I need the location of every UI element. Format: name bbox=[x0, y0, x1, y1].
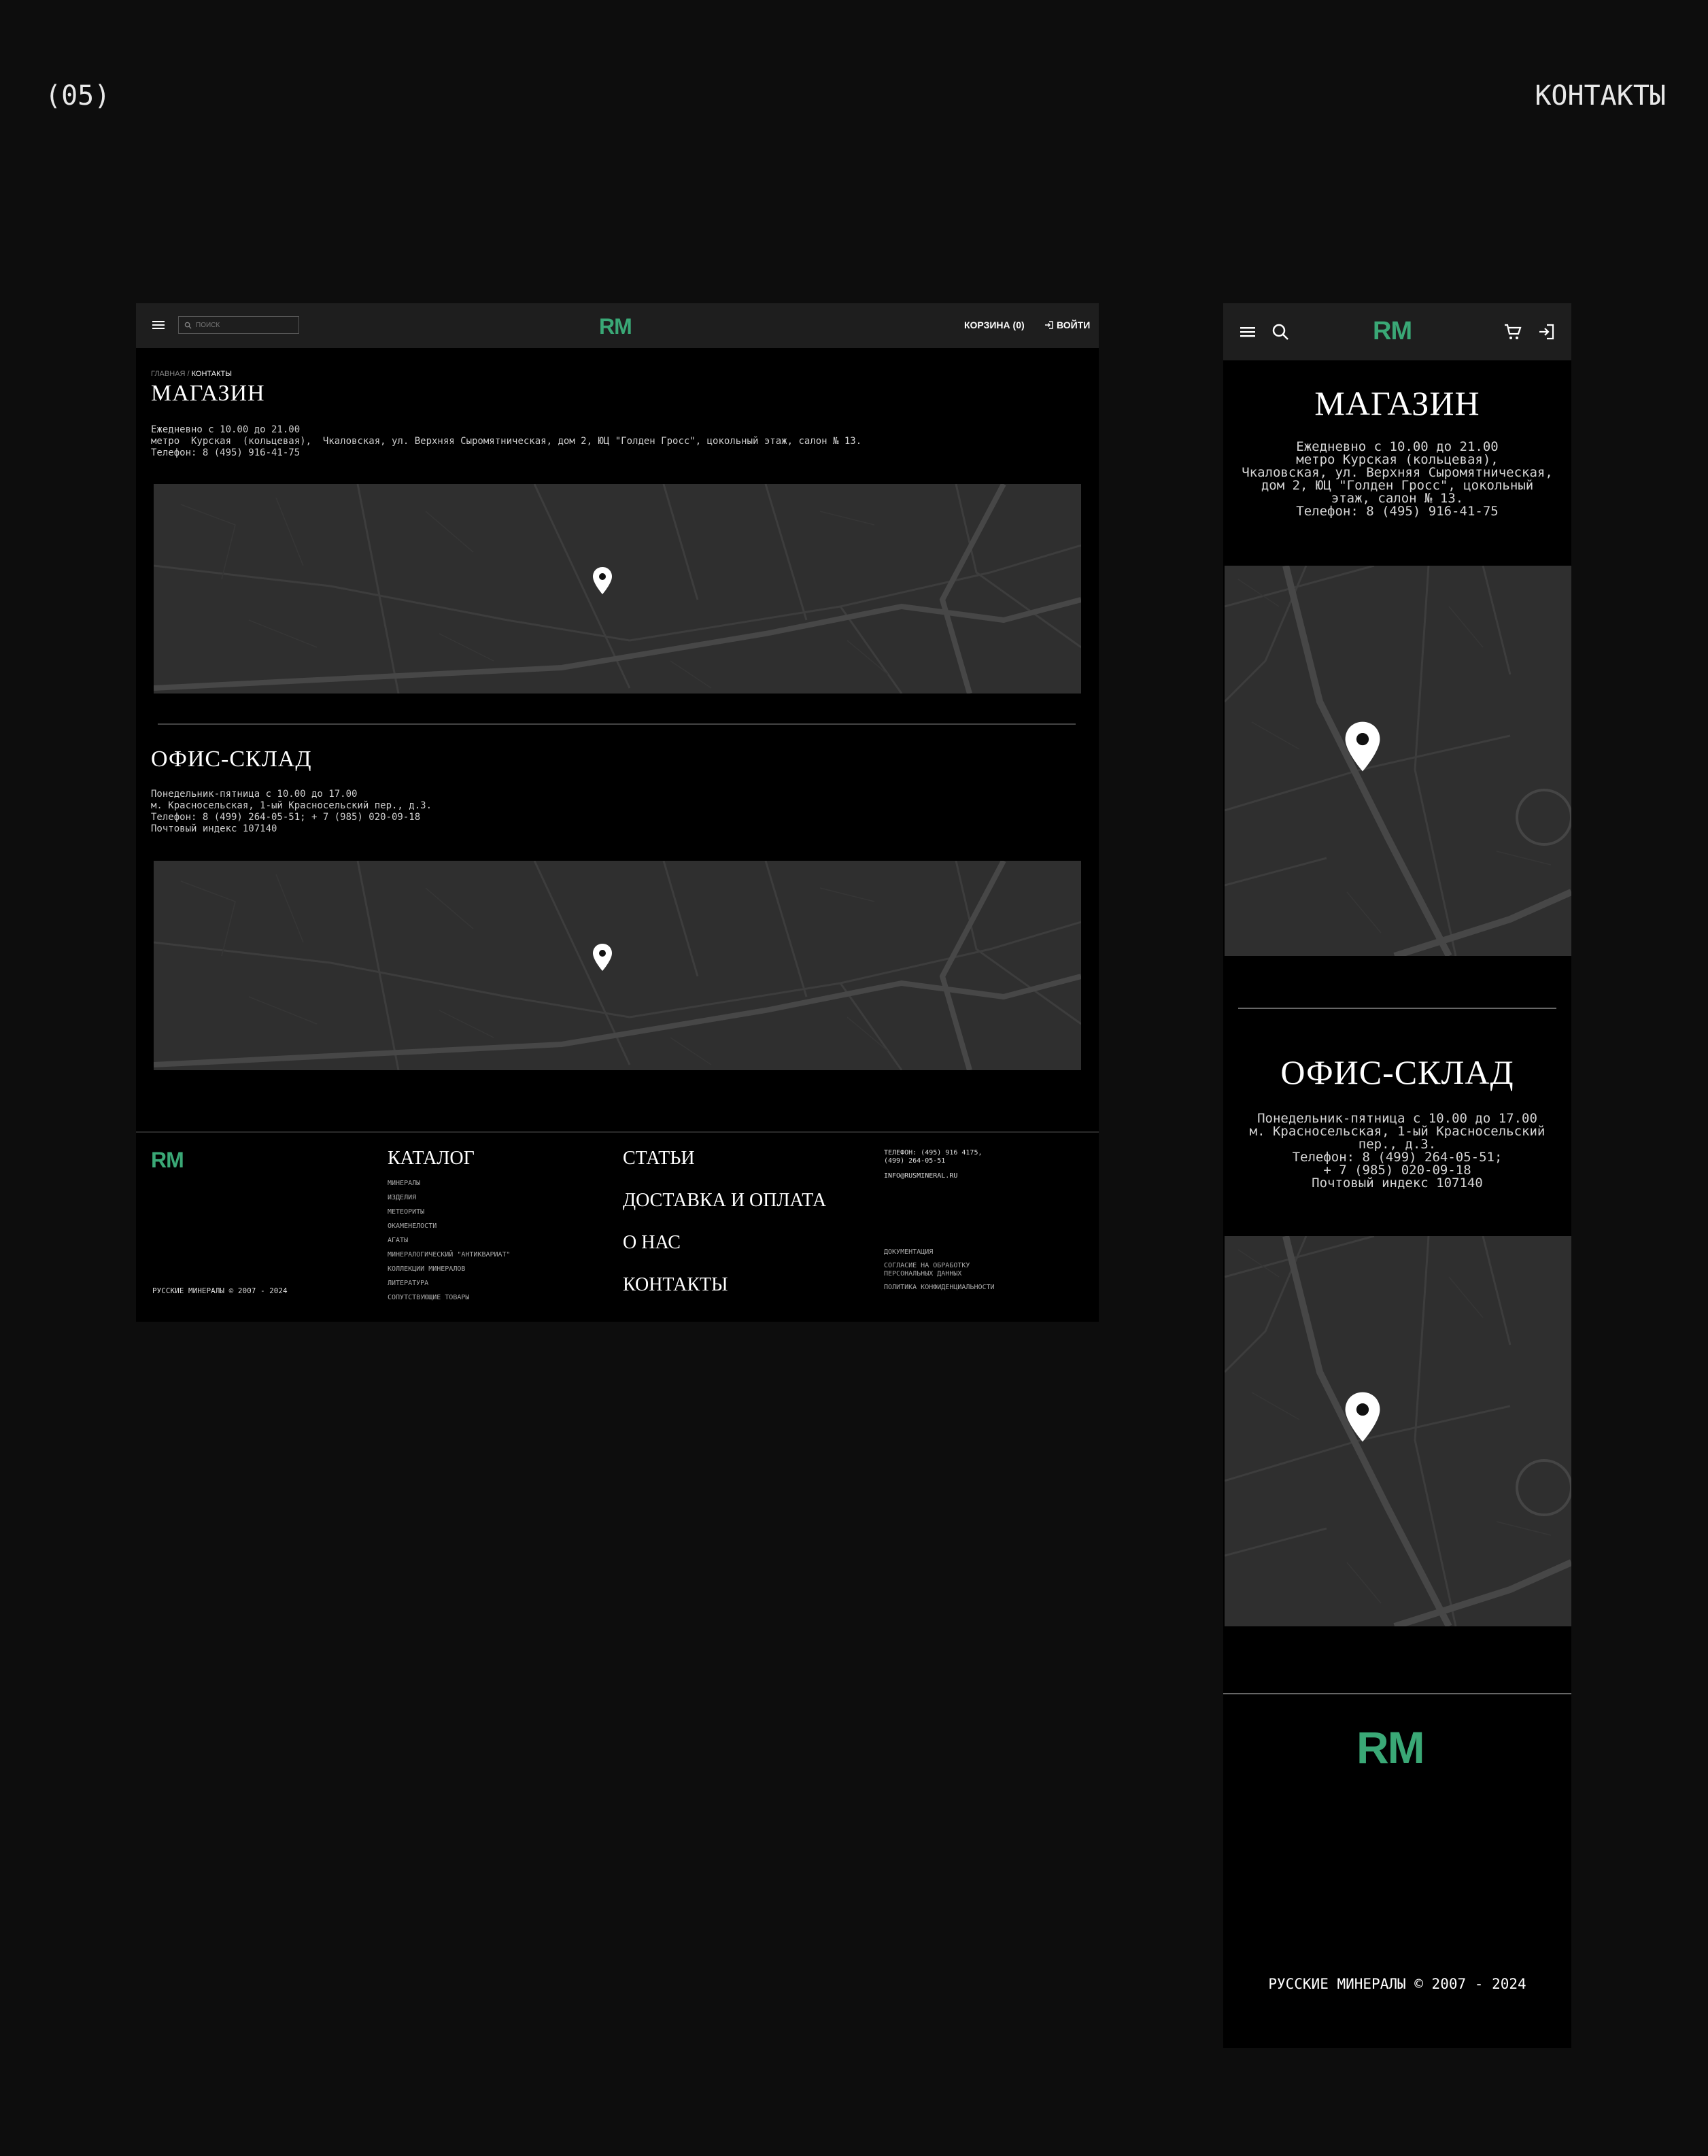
footer-copyright: РУССКИЕ МИНЕРАЛЫ © 2007 - 2024 bbox=[1268, 1976, 1526, 1992]
desktop-mockup: ПОИСК RM КОРЗИНА (0) ВОЙТИ ГЛАВНАЯ / КОН… bbox=[136, 303, 1099, 1322]
footer-docs: ДОКУМЕНТАЦИЯ СОГЛАСИЕ НА ОБРАБОТКУ ПЕРСО… bbox=[884, 1248, 995, 1292]
footer-catalog-item[interactable]: ОКАМЕНЕЛОСТИ bbox=[388, 1219, 511, 1233]
search-icon[interactable] bbox=[1271, 322, 1290, 341]
footer-catalog-item[interactable]: ЛИТЕРАТУРА bbox=[388, 1276, 511, 1290]
footer-contacts: ТЕЛЕФОН: (495) 916 4175, (499) 264-05-51… bbox=[884, 1149, 983, 1180]
breadcrumb: ГЛАВНАЯ / КОНТАКТЫ bbox=[151, 370, 232, 378]
footer-logo[interactable]: RM bbox=[1356, 1722, 1425, 1773]
login-label: ВОЙТИ bbox=[1057, 320, 1091, 330]
office-map[interactable] bbox=[1225, 1236, 1571, 1626]
footer-catalog-item[interactable]: СОПУТСТВУЮЩИЕ ТОВАРЫ bbox=[388, 1290, 511, 1305]
footer-catalog-item[interactable]: МИНЕРАЛОГИЧЕСКИЙ "АНТИКВАРИАТ" bbox=[388, 1248, 511, 1262]
footer-catalog-list: МИНЕРАЛЫ ИЗДЕЛИЯ МЕТЕОРИТЫ ОКАМЕНЕЛОСТИ … bbox=[388, 1176, 511, 1305]
menu-icon[interactable] bbox=[1238, 322, 1257, 341]
map-streets bbox=[1225, 1236, 1571, 1626]
footer-nav-item[interactable]: ДОСТАВКА И ОПЛАТА bbox=[623, 1190, 826, 1232]
shop-info: Ежедневно с 10.00 до 21.00 метро Курская… bbox=[1237, 441, 1558, 518]
map-pin-icon bbox=[1345, 1392, 1380, 1442]
search-placeholder: ПОИСК bbox=[196, 321, 220, 329]
footer-phone-line1[interactable]: ТЕЛЕФОН: (495) 916 4175, bbox=[884, 1149, 983, 1157]
section-divider bbox=[1238, 1008, 1556, 1009]
office-info-line: Почтовый индекс 107140 bbox=[1312, 1176, 1483, 1191]
footer-nav-item[interactable]: О НАС bbox=[623, 1232, 826, 1274]
map-pin-icon bbox=[1345, 721, 1380, 772]
login-icon bbox=[1045, 321, 1053, 329]
breadcrumb-current: КОНТАКТЫ bbox=[191, 370, 232, 378]
map-streets bbox=[154, 861, 1081, 1070]
map-streets bbox=[1225, 566, 1571, 956]
office-title: ОФИС-СКЛАД bbox=[1280, 1053, 1514, 1091]
desktop-footer: RM РУССКИЕ МИНЕРАЛЫ © 2007 - 2024 КАТАЛО… bbox=[136, 1131, 1099, 1322]
slide-title: КОНТАКТЫ bbox=[1535, 80, 1666, 112]
footer-catalog-item[interactable]: АГАТЫ bbox=[388, 1233, 511, 1248]
logo[interactable]: RM bbox=[1373, 317, 1412, 346]
mobile-mockup: RM МАГАЗИН Ежедневно с 10.00 до 21.00 ме… bbox=[1223, 303, 1571, 2048]
map-streets bbox=[154, 484, 1081, 694]
cart-icon[interactable] bbox=[1503, 322, 1522, 341]
breadcrumb-home[interactable]: ГЛАВНАЯ / bbox=[151, 370, 190, 378]
footer-email[interactable]: INFO@RUSMINERAL.RU bbox=[884, 1172, 983, 1180]
map-pin-icon bbox=[593, 567, 612, 594]
footer-logo[interactable]: RM bbox=[151, 1148, 184, 1173]
footer-nav-item[interactable]: СТАТЬИ bbox=[623, 1148, 826, 1190]
footer-copyright: РУССКИЕ МИНЕРАЛЫ © 2007 - 2024 bbox=[152, 1286, 288, 1295]
footer-phone-line2[interactable]: (499) 264-05-51 bbox=[884, 1157, 983, 1165]
office-map[interactable] bbox=[154, 861, 1081, 1070]
section-divider bbox=[158, 723, 1076, 725]
search-input[interactable]: ПОИСК bbox=[178, 316, 299, 334]
login-icon[interactable] bbox=[1537, 322, 1556, 341]
footer-nav: СТАТЬИ ДОСТАВКА И ОПЛАТА О НАС КОНТАКТЫ bbox=[623, 1148, 826, 1316]
footer-consent-line1[interactable]: СОГЛАСИЕ НА ОБРАБОТКУ bbox=[884, 1262, 995, 1270]
office-postcode: Почтовый индекс 107140 bbox=[151, 823, 277, 834]
shop-title: МАГАЗИН bbox=[151, 381, 265, 406]
shop-map[interactable] bbox=[154, 484, 1081, 694]
slide-number: (05) bbox=[45, 80, 111, 112]
office-title: ОФИС-СКЛАД bbox=[151, 747, 312, 772]
office-phone: Телефон: 8 (499) 264-05-51; + 7 (985) 02… bbox=[151, 812, 421, 823]
footer-catalog-title[interactable]: КАТАЛОГ bbox=[388, 1148, 475, 1169]
login-link[interactable]: ВОЙТИ bbox=[1044, 320, 1090, 330]
office-address: м. Красносельская, 1-ый Красносельский п… bbox=[151, 800, 432, 811]
mobile-header: RM bbox=[1223, 303, 1571, 360]
shop-map[interactable] bbox=[1225, 566, 1571, 956]
footer-divider bbox=[1223, 1693, 1571, 1694]
search-icon bbox=[184, 322, 192, 329]
shop-hours: Ежедневно с 10.00 до 21.00 bbox=[151, 424, 301, 435]
footer-catalog-item[interactable]: МИНЕРАЛЫ bbox=[388, 1176, 511, 1191]
footer-catalog-item[interactable]: ИЗДЕЛИЯ bbox=[388, 1191, 511, 1205]
office-info: Понедельник-пятница с 10.00 до 17.00 м. … bbox=[1237, 1112, 1558, 1190]
shop-phone: Телефон: 8 (495) 916-41-75 bbox=[151, 447, 301, 458]
footer-catalog-item[interactable]: МЕТЕОРИТЫ bbox=[388, 1205, 511, 1219]
footer-consent-line2[interactable]: ПЕРСОНАЛЬНЫХ ДАННЫХ bbox=[884, 1270, 995, 1278]
menu-icon[interactable] bbox=[151, 318, 166, 332]
map-pin-icon bbox=[593, 944, 612, 971]
footer-catalog-item[interactable]: КОЛЛЕКЦИИ МИНЕРАЛОВ bbox=[388, 1262, 511, 1276]
shop-title: МАГАЗИН bbox=[1314, 384, 1480, 422]
shop-address: метро Курская (кольцевая), Чкаловская, у… bbox=[151, 436, 862, 447]
shop-info-line: Телефон: 8 (495) 916-41-75 bbox=[1296, 504, 1499, 519]
footer-privacy[interactable]: ПОЛИТИКА КОНФИДЕНЦИАЛЬНОСТИ bbox=[884, 1284, 995, 1292]
desktop-header: ПОИСК RM КОРЗИНА (0) ВОЙТИ bbox=[136, 303, 1099, 348]
footer-docs-title[interactable]: ДОКУМЕНТАЦИЯ bbox=[884, 1248, 995, 1256]
footer-nav-item[interactable]: КОНТАКТЫ bbox=[623, 1274, 826, 1316]
cart-link[interactable]: КОРЗИНА (0) bbox=[964, 320, 1025, 330]
office-hours: Понедельник-пятница с 10.00 до 17.00 bbox=[151, 789, 358, 800]
logo[interactable]: RM bbox=[599, 314, 632, 339]
